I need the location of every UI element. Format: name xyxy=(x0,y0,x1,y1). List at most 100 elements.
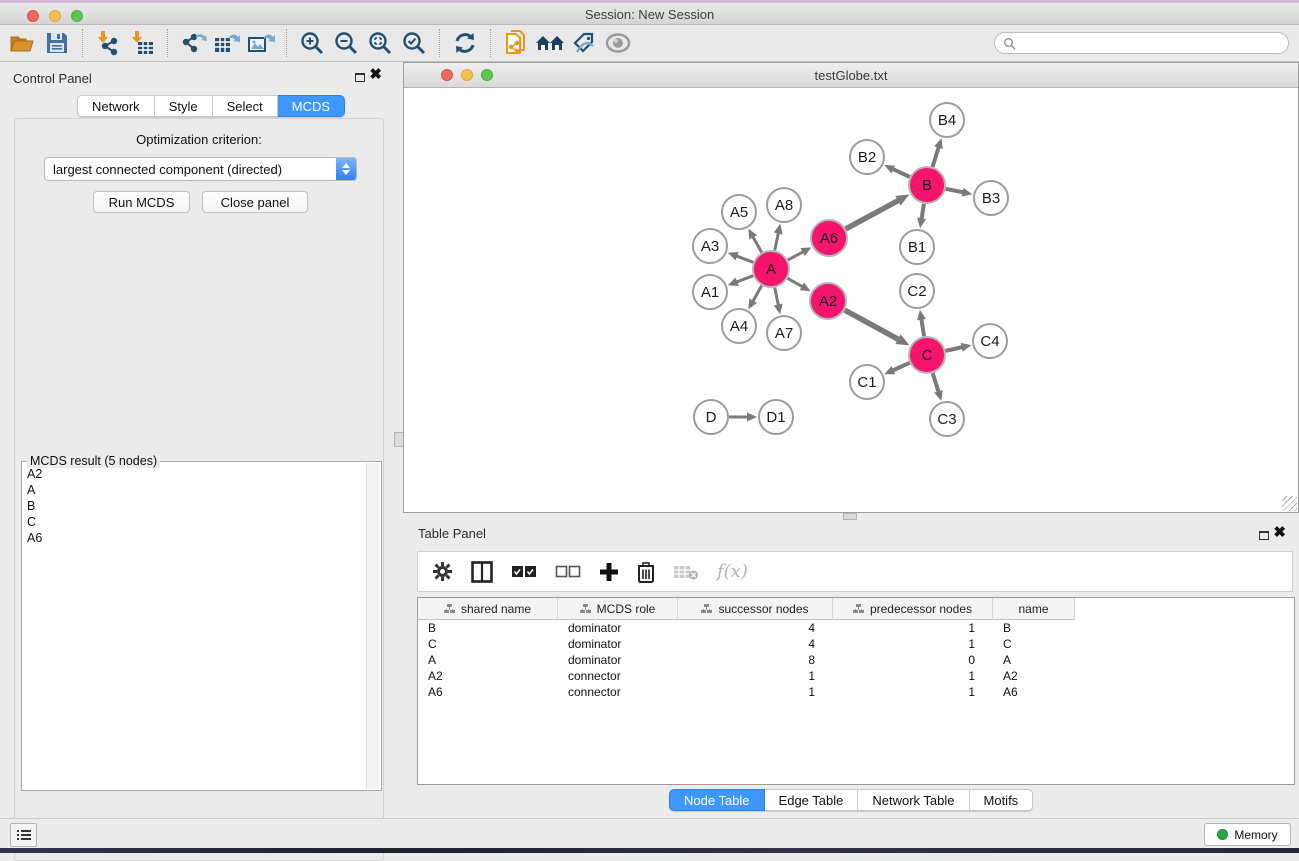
tab-motifs[interactable]: Motifs xyxy=(970,789,1034,811)
result-item[interactable]: A2 xyxy=(23,466,366,482)
float-table-panel-icon[interactable] xyxy=(1259,531,1269,540)
float-panel-icon[interactable] xyxy=(355,73,365,82)
add-row-button[interactable] xyxy=(599,562,619,582)
horizontal-splitter-grip[interactable] xyxy=(843,513,857,520)
mcds-result-box: MCDS result (5 nodes) A2ABCA6 xyxy=(21,461,382,791)
refresh-button[interactable] xyxy=(448,27,482,59)
tab-network[interactable]: Network xyxy=(77,95,155,117)
zoom-in-button[interactable] xyxy=(295,27,329,59)
close-table-panel-icon[interactable]: ✖ xyxy=(1273,524,1286,542)
show-hide-graphics-button[interactable] xyxy=(601,27,635,59)
tab-network-table[interactable]: Network Table xyxy=(858,789,969,811)
edge-C-C1[interactable] xyxy=(892,363,910,371)
import-network-button[interactable] xyxy=(91,27,125,59)
edge-A2-C[interactable] xyxy=(845,310,900,340)
cell-MCDS-role: connector xyxy=(558,668,678,684)
import-table-button[interactable] xyxy=(125,27,159,59)
column-header-successor-nodes[interactable]: successor nodes xyxy=(678,598,833,620)
chevron-up-icon xyxy=(342,163,350,168)
edge-A-A7[interactable] xyxy=(775,288,779,307)
function-builder-button[interactable]: f(x) xyxy=(717,561,748,582)
node-label-A2: A2 xyxy=(819,293,837,310)
edge-A-A4[interactable] xyxy=(752,286,761,303)
tab-select[interactable]: Select xyxy=(213,95,278,117)
search-input[interactable] xyxy=(1020,36,1288,50)
result-item[interactable]: A xyxy=(23,482,366,498)
tab-mcds[interactable]: MCDS xyxy=(278,95,345,117)
column-header-predecessor-nodes[interactable]: predecessor nodes xyxy=(833,598,993,620)
table-settings-button[interactable] xyxy=(432,561,453,582)
network-canvas[interactable]: B4B2BB3A8A5A6A3B1AC2A1A2A4A7C4CC1DD1C3 xyxy=(404,88,1298,512)
cell-name: B xyxy=(993,620,1075,636)
show-column-button[interactable] xyxy=(471,561,493,583)
edge-A6-B[interactable] xyxy=(846,200,900,229)
column-label: successor nodes xyxy=(718,602,808,616)
export-image-button[interactable] xyxy=(244,27,278,59)
result-scrollbar[interactable] xyxy=(366,463,380,789)
edge-A-A3[interactable] xyxy=(735,256,753,263)
node-label-A8: A8 xyxy=(775,197,793,214)
first-neighbors-button[interactable] xyxy=(499,27,533,59)
zoom-out-icon xyxy=(333,30,359,56)
cell-predecessor-nodes: 1 xyxy=(833,636,993,652)
tab-node-table[interactable]: Node Table xyxy=(669,789,765,811)
column-header-name[interactable]: name xyxy=(993,598,1075,620)
close-panel-button[interactable]: Close panel xyxy=(202,191,308,213)
network-graph[interactable]: B4B2BB3A8A5A6A3B1AC2A1A2A4A7C4CC1DD1C3 xyxy=(404,88,1298,512)
table-row[interactable]: Adominator80A xyxy=(418,652,1294,668)
edge-A-A6[interactable] xyxy=(788,251,805,260)
home-button[interactable] xyxy=(533,27,567,59)
arrowhead-icon xyxy=(728,252,739,260)
edge-A-A1[interactable] xyxy=(735,276,753,283)
select-all-button[interactable] xyxy=(511,565,537,579)
column-header-shared-name[interactable]: shared name xyxy=(418,598,558,620)
column-header-MCDS-role[interactable]: MCDS role xyxy=(558,598,678,620)
edge-C-C2[interactable] xyxy=(921,318,924,337)
resize-grip-icon[interactable] xyxy=(1282,496,1297,511)
hierarchy-icon xyxy=(444,604,455,614)
cell-shared-name: A6 xyxy=(418,684,558,700)
open-file-button[interactable] xyxy=(6,27,40,59)
zoom-selected-button[interactable] xyxy=(397,27,431,59)
zoom-fit-button[interactable] xyxy=(363,27,397,59)
table-row[interactable]: A2connector11A2 xyxy=(418,668,1294,684)
destroy-table-button[interactable] xyxy=(673,563,699,581)
export-network-button[interactable] xyxy=(176,27,210,59)
edge-A-A5[interactable] xyxy=(752,236,761,253)
table-row[interactable]: A6connector11A6 xyxy=(418,684,1294,700)
result-item[interactable]: C xyxy=(23,514,366,530)
edge-C-C4[interactable] xyxy=(946,347,964,351)
edge-C-C3[interactable] xyxy=(933,373,939,393)
hide-labels-button[interactable] xyxy=(567,27,601,59)
tab-style[interactable]: Style xyxy=(155,95,213,117)
arrowhead-icon xyxy=(747,413,757,422)
task-history-button[interactable] xyxy=(10,823,37,847)
edge-B-B4[interactable] xyxy=(933,146,939,167)
delete-row-button[interactable] xyxy=(637,561,655,583)
import-table-icon xyxy=(129,30,155,56)
edge-B-B2[interactable] xyxy=(891,168,909,177)
result-item[interactable]: B xyxy=(23,498,366,514)
export-image-icon xyxy=(247,30,275,56)
run-mcds-button[interactable]: Run MCDS xyxy=(93,191,190,213)
node-table[interactable]: shared nameMCDS role successor nodes prede… xyxy=(417,597,1295,785)
cell-name: A xyxy=(993,652,1075,668)
zoom-out-button[interactable] xyxy=(329,27,363,59)
export-table-button[interactable] xyxy=(210,27,244,59)
close-panel-icon[interactable]: ✖ xyxy=(369,66,382,84)
search-box[interactable] xyxy=(994,32,1289,54)
table-row[interactable]: Bdominator41B xyxy=(418,620,1294,636)
table-row[interactable]: Cdominator41C xyxy=(418,636,1294,652)
unselect-all-button[interactable] xyxy=(555,565,581,579)
edge-B-B1[interactable] xyxy=(921,204,924,221)
result-item[interactable]: A6 xyxy=(23,530,366,546)
save-session-button[interactable] xyxy=(40,27,74,59)
edge-A-A8[interactable] xyxy=(775,231,779,250)
memory-button[interactable]: Memory xyxy=(1204,823,1291,846)
edge-B-B3[interactable] xyxy=(946,189,965,193)
dropdown-selected-value: largest connected component (directed) xyxy=(45,162,336,177)
tab-edge-table[interactable]: Edge Table xyxy=(765,789,859,811)
optimization-criterion-select[interactable]: largest connected component (directed) xyxy=(44,157,357,181)
edge-A-A2[interactable] xyxy=(788,278,804,287)
network-window-titlebar[interactable]: testGlobe.txt xyxy=(404,63,1298,88)
